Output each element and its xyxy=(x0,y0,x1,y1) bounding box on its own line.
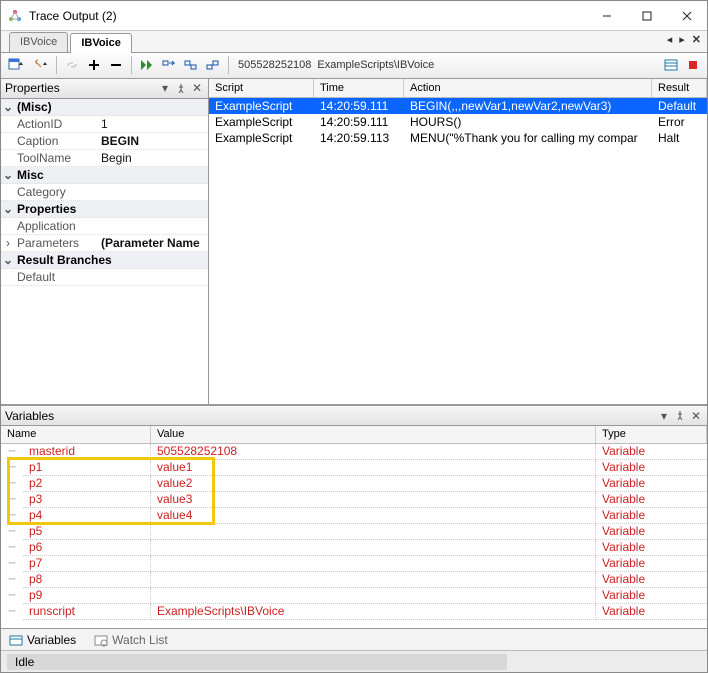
step-out-button[interactable] xyxy=(203,55,223,75)
col-script[interactable]: Script xyxy=(209,79,314,97)
trace-row[interactable]: ExampleScript14:20:59.113MENU("%Thank yo… xyxy=(209,130,707,146)
variable-row: ┈p3value3Variable xyxy=(1,492,707,508)
tools-dropdown-button[interactable] xyxy=(29,55,51,75)
pin-icon[interactable] xyxy=(673,409,687,423)
var-col-type[interactable]: Type xyxy=(596,426,707,443)
window-title: Trace Output (2) xyxy=(29,9,587,23)
status-text: Idle xyxy=(7,654,507,670)
bottom-tab-watch[interactable]: Watch List xyxy=(90,631,172,649)
panel-close-icon[interactable]: ✕ xyxy=(689,409,703,423)
chevron-down-icon[interactable]: ⌄ xyxy=(1,168,15,182)
tab-ibvoice-active[interactable]: IBVoice xyxy=(70,33,132,53)
chevron-down-icon[interactable]: ⌄ xyxy=(1,100,15,114)
trace-row[interactable]: ExampleScript14:20:59.111BEGIN(,,,newVar… xyxy=(209,98,707,114)
trace-row[interactable]: ExampleScript14:20:59.111HOURS()Error xyxy=(209,114,707,130)
properties-header: Properties ▾ ✕ xyxy=(1,79,208,99)
variables-tab-icon xyxy=(9,633,23,647)
status-bar: Idle xyxy=(1,650,707,672)
chevron-right-icon[interactable]: › xyxy=(1,236,15,250)
properties-grid[interactable]: ⌄(Misc) ActionID1 CaptionBEGIN ToolNameB… xyxy=(1,99,208,405)
trace-output-grid: Script Time Action Result ExampleScript1… xyxy=(209,79,707,405)
variable-row: ┈runscriptExampleScripts\IBVoiceVariable xyxy=(1,604,707,620)
variables-panel: Variables ▾ ✕ Name Value Type ┈masterid5… xyxy=(1,405,707,628)
breadcrumb-path: ExampleScripts\IBVoice xyxy=(317,59,434,71)
tab-ibvoice-inactive[interactable]: IBVoice xyxy=(9,32,68,52)
tab-strip: IBVoice IBVoice ◂ ▸ ✕ xyxy=(1,31,707,53)
minimize-button[interactable] xyxy=(587,1,627,31)
step-into-button[interactable] xyxy=(181,55,201,75)
step-next-button[interactable] xyxy=(159,55,179,75)
col-action[interactable]: Action xyxy=(404,79,652,97)
variable-row: ┈p2value2Variable xyxy=(1,476,707,492)
record-button[interactable] xyxy=(683,55,703,75)
variables-body[interactable]: ┈masterid505528252108Variable ┈p1value1V… xyxy=(1,444,707,628)
watch-tab-icon xyxy=(94,633,108,647)
play-button[interactable] xyxy=(137,55,157,75)
variable-row: ┈p6Variable xyxy=(1,540,707,556)
properties-panel: Properties ▾ ✕ ⌄(Misc) ActionID1 Caption… xyxy=(1,79,209,405)
tab-next-icon[interactable]: ▸ xyxy=(677,33,687,46)
pin-icon[interactable] xyxy=(174,81,188,95)
tab-close-icon[interactable]: ✕ xyxy=(690,33,703,46)
variable-row: ┈p9Variable xyxy=(1,588,707,604)
col-result[interactable]: Result xyxy=(652,79,707,97)
toolbar: 505528252108 ExampleScripts\IBVoice xyxy=(1,53,707,79)
variable-row: ┈masterid505528252108Variable xyxy=(1,444,707,460)
variables-header: Variables ▾ ✕ xyxy=(1,406,707,426)
bottom-tab-strip: Variables Watch List xyxy=(1,628,707,650)
col-time[interactable]: Time xyxy=(314,79,404,97)
grid-view-button[interactable] xyxy=(661,55,681,75)
maximize-button[interactable] xyxy=(627,1,667,31)
app-icon xyxy=(7,8,23,24)
variable-row: ┈p5Variable xyxy=(1,524,707,540)
breadcrumb-id: 505528252108 xyxy=(238,59,311,71)
variable-row: ┈p8Variable xyxy=(1,572,707,588)
variable-row: ┈p1value1Variable xyxy=(1,460,707,476)
remove-button[interactable] xyxy=(106,55,126,75)
variable-row: ┈p4value4Variable xyxy=(1,508,707,524)
panel-dropdown-icon[interactable]: ▾ xyxy=(158,81,172,95)
bottom-tab-variables[interactable]: Variables xyxy=(5,631,80,649)
add-button[interactable] xyxy=(84,55,104,75)
chevron-down-icon[interactable]: ⌄ xyxy=(1,253,15,267)
chevron-down-icon[interactable]: ⌄ xyxy=(1,202,15,216)
variable-row: ┈p7Variable xyxy=(1,556,707,572)
close-button[interactable] xyxy=(667,1,707,31)
link-button[interactable] xyxy=(62,55,82,75)
tab-prev-icon[interactable]: ◂ xyxy=(665,33,675,46)
panel-dropdown-icon[interactable]: ▾ xyxy=(657,409,671,423)
var-col-name[interactable]: Name xyxy=(1,426,151,443)
panel-close-icon[interactable]: ✕ xyxy=(190,81,204,95)
title-bar: Trace Output (2) xyxy=(1,1,707,31)
var-col-value[interactable]: Value xyxy=(151,426,596,443)
panel-dropdown-button[interactable] xyxy=(5,55,27,75)
